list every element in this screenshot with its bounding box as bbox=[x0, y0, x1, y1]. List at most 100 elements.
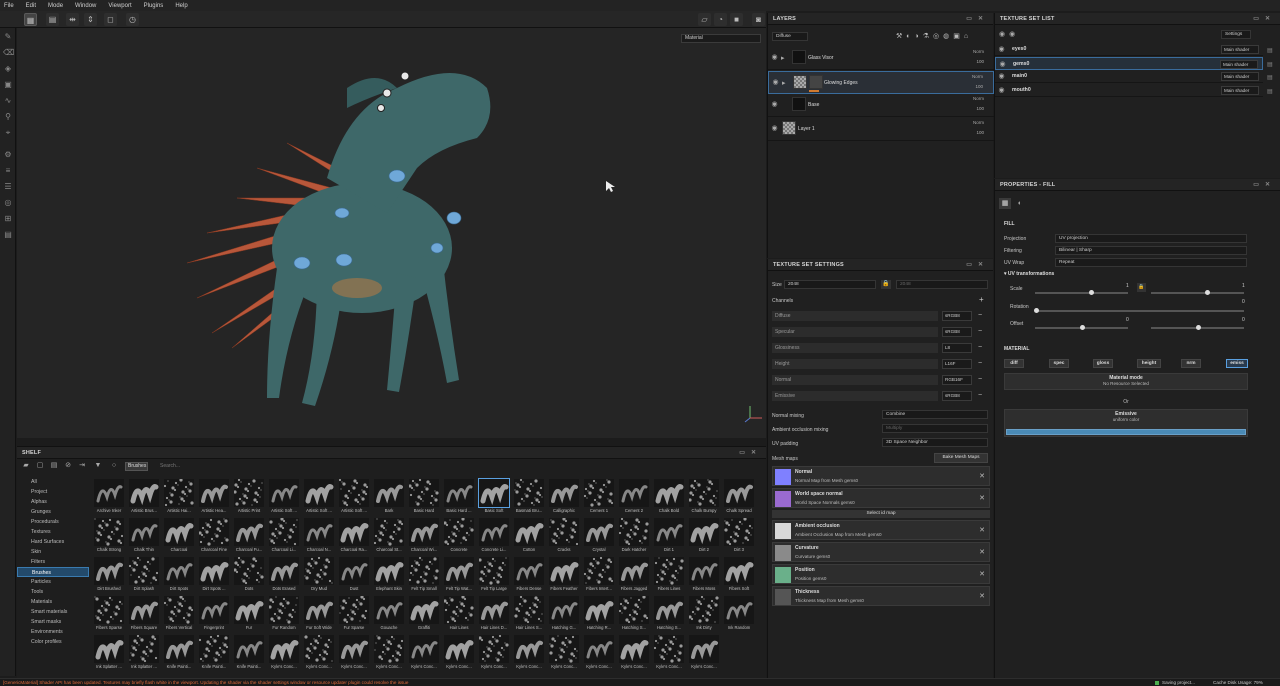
tsl-visibility-icons[interactable]: ◉◉ bbox=[999, 30, 1019, 38]
brush-thumbnail[interactable]: Charcoal N... bbox=[301, 516, 337, 555]
brush-thumbnail[interactable]: Artistic Soft ... bbox=[336, 477, 372, 516]
brush-thumbnail[interactable]: Kyle's Conc... bbox=[441, 633, 477, 672]
emissive-box[interactable]: Emissive uniform color bbox=[1004, 409, 1248, 437]
shader-select[interactable]: Main shader bbox=[1220, 59, 1258, 69]
brush-thumbnail[interactable]: Concrete Li... bbox=[476, 516, 512, 555]
polygon-fill-icon[interactable]: ▣ bbox=[3, 80, 13, 90]
shelf-category[interactable]: Alphas bbox=[17, 497, 89, 507]
layer-row[interactable]: ◉ Base Norm 100 bbox=[768, 94, 994, 117]
mask-tab-icon[interactable]: ◐ bbox=[1014, 198, 1026, 209]
brush-thumbnail[interactable]: Artistic Soft ... bbox=[301, 477, 337, 516]
offset-value[interactable]: 0 bbox=[1126, 317, 1129, 323]
import-icon[interactable]: ▤ bbox=[49, 461, 59, 471]
brush-thumbnail[interactable]: Basmati Bru... bbox=[511, 477, 547, 516]
texture-set-name[interactable]: gems0 bbox=[1013, 61, 1029, 67]
shelf-category[interactable]: Smart materials bbox=[17, 607, 89, 617]
layer-opacity[interactable]: 100 bbox=[976, 106, 984, 111]
shelf-category[interactable]: Particles bbox=[17, 577, 89, 587]
channel-format-select[interactable]: L16F bbox=[942, 359, 972, 369]
brush-thumbnail[interactable]: Basic Soft bbox=[476, 477, 512, 516]
material-nrm-button[interactable]: nrm bbox=[1181, 359, 1201, 368]
emissive-color-swatch[interactable] bbox=[1006, 429, 1246, 435]
layer-blend-mode[interactable]: Norm bbox=[972, 74, 983, 79]
brush-thumbnail[interactable]: Kyle's Conc... bbox=[301, 633, 337, 672]
material-diff-button[interactable]: diff bbox=[1004, 359, 1024, 368]
brush-thumbnail[interactable]: Fur Sparse bbox=[336, 594, 372, 633]
picker-icon[interactable]: ⌖ bbox=[3, 128, 13, 138]
layer-row[interactable]: ◉ ▸ Glowing Edges Norm 100 bbox=[768, 70, 994, 94]
brush-thumbnail[interactable]: Hatching G... bbox=[546, 594, 582, 633]
export-icon[interactable]: ⇥ bbox=[77, 461, 87, 471]
remove-channel-icon[interactable]: − bbox=[978, 343, 986, 353]
menu-edit[interactable]: Edit bbox=[26, 3, 36, 9]
shelf-category[interactable]: Hard Surfaces bbox=[17, 537, 89, 547]
brush-thumbnail[interactable]: Fibers Soft bbox=[721, 555, 757, 594]
3d-viewport[interactable]: Material bbox=[17, 28, 766, 438]
brush-thumbnail[interactable]: Dirt 3 bbox=[721, 516, 757, 555]
brush-thumbnail[interactable]: Dots Erased bbox=[266, 555, 302, 594]
brush-thumbnail[interactable]: Graffiti bbox=[406, 594, 442, 633]
brush-thumbnail[interactable]: Hair Lines bbox=[441, 594, 477, 633]
brush-thumbnail[interactable]: Dirt Spots bbox=[161, 555, 197, 594]
brush-thumbnail[interactable]: Artistic Hea... bbox=[196, 477, 232, 516]
brush-thumbnail[interactable]: Ink Random bbox=[721, 594, 757, 633]
remove-channel-icon[interactable]: − bbox=[978, 359, 986, 369]
brush-thumbnail[interactable]: Dirt 1 bbox=[651, 516, 687, 555]
brush-thumbnail[interactable]: Dirt Brushed bbox=[91, 555, 127, 594]
shelf-category[interactable]: All bbox=[17, 477, 89, 487]
offset-value-2[interactable]: 0 bbox=[1242, 317, 1245, 323]
shelf-category[interactable]: Procedurals bbox=[17, 517, 89, 527]
brush-thumbnail[interactable]: Cement 2 bbox=[616, 477, 652, 516]
remove-mesh-map-icon[interactable]: ✕ bbox=[979, 548, 985, 556]
layer-opacity[interactable]: 100 bbox=[976, 59, 984, 64]
brush-thumbnail[interactable]: Charcoal Ra... bbox=[336, 516, 372, 555]
brush-thumbnail[interactable]: Hair Lines S... bbox=[511, 594, 547, 633]
layer-name[interactable]: Base bbox=[808, 102, 819, 108]
brush-thumbnail[interactable]: Dirt Spots ... bbox=[196, 555, 232, 594]
texture-set-row[interactable]: ◉ gems0 Main shader bbox=[995, 56, 1263, 70]
brush-thumbnail[interactable]: Fibers Feather bbox=[546, 555, 582, 594]
channel-name[interactable]: Specular bbox=[772, 327, 938, 337]
brush-thumbnail[interactable]: Cotton bbox=[511, 516, 547, 555]
texture-set-row[interactable]: ◉ mouth0 Main shader bbox=[995, 84, 1263, 97]
brush-thumbnail[interactable]: Archive Inker bbox=[91, 477, 127, 516]
brush-thumbnail[interactable]: Dirt Splash bbox=[126, 555, 162, 594]
brush-thumbnail[interactable]: Concrete bbox=[441, 516, 477, 555]
brush-thumbnail[interactable]: Kyle's Conc... bbox=[336, 633, 372, 672]
remove-channel-icon[interactable]: − bbox=[978, 311, 986, 321]
remove-channel-icon[interactable]: − bbox=[978, 391, 986, 401]
channel-name[interactable]: Emissive bbox=[772, 391, 938, 401]
uv-transformations-toggle[interactable]: ▾ UV transformations bbox=[1004, 271, 1054, 277]
brush-thumbnail[interactable]: Chalk Bold bbox=[651, 477, 687, 516]
brush-thumbnail[interactable]: Kyle's Conc... bbox=[266, 633, 302, 672]
mesh-map-slot[interactable]: Position Position gems0 ✕ bbox=[772, 564, 990, 584]
layers-toggle-icon[interactable]: ≡ bbox=[3, 166, 13, 176]
filter-icon[interactable]: ▼ bbox=[93, 461, 103, 471]
bake-icon[interactable]: ⚙ bbox=[3, 150, 13, 160]
add-channel-icon[interactable]: + bbox=[979, 295, 984, 304]
brush-thumbnail[interactable]: Crystal bbox=[581, 516, 617, 555]
brush-thumbnail[interactable]: Cracks bbox=[546, 516, 582, 555]
brush-thumbnail[interactable]: Bark bbox=[371, 477, 407, 516]
material-height-button[interactable]: height bbox=[1137, 359, 1161, 368]
brush-thumbnail[interactable]: Basic Hard bbox=[406, 477, 442, 516]
screenshot-icon[interactable]: ◙ bbox=[752, 13, 765, 26]
brush-thumbnail[interactable]: Kyle's Conc... bbox=[546, 633, 582, 672]
clear-filter-icon[interactable]: ○ bbox=[109, 461, 119, 471]
shelf-category[interactable]: Project bbox=[17, 487, 89, 497]
rotation-value[interactable]: 0 bbox=[1242, 299, 1245, 305]
brush-thumbnail[interactable]: Knife Painti... bbox=[196, 633, 232, 672]
brush-thumbnail[interactable]: Felt Tip Large bbox=[476, 555, 512, 594]
mesh-map-slot[interactable]: Thickness Thickness Map from Mesh gems0 ✕ bbox=[772, 586, 990, 606]
brush-thumbnail[interactable]: Dots bbox=[231, 555, 267, 594]
history-icon[interactable]: ◷ bbox=[126, 13, 139, 26]
brush-thumbnail[interactable]: Hatching S... bbox=[616, 594, 652, 633]
mesh-map-slot[interactable]: World space normal World Space Normals ge… bbox=[772, 488, 990, 508]
layer-blend-mode[interactable]: Norm bbox=[973, 49, 984, 54]
menu-viewport[interactable]: Viewport bbox=[108, 3, 131, 9]
layer-name[interactable]: Layer 1 bbox=[798, 126, 815, 132]
brush-thumbnail[interactable]: Fibers Sparse bbox=[91, 594, 127, 633]
brush-thumbnail[interactable]: Hatching R... bbox=[581, 594, 617, 633]
layer-opacity[interactable]: 100 bbox=[976, 130, 984, 135]
bake-mesh-maps-button[interactable]: Bake Mesh Maps bbox=[934, 453, 988, 463]
